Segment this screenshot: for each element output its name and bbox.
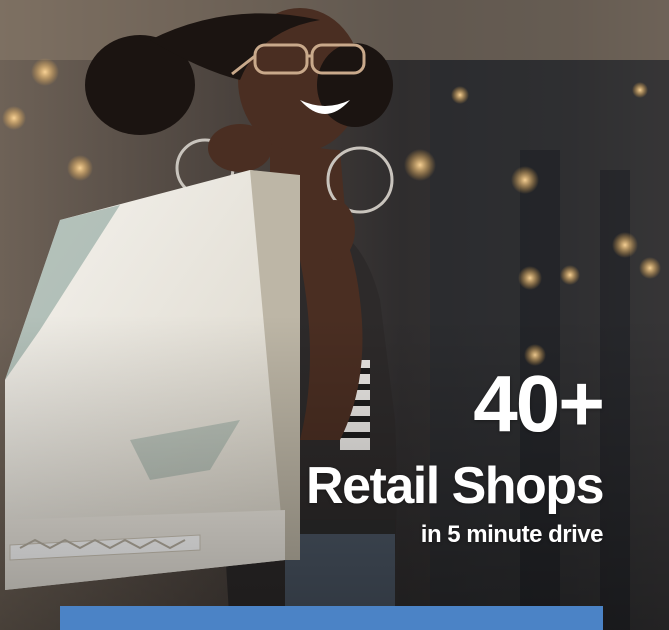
stat-value: 40+ xyxy=(473,359,605,448)
promo-title: Retail Shops xyxy=(306,457,604,515)
promo-headline: 40+ Retail Shops in 5 minute drive xyxy=(306,359,605,550)
promo-card: 40+ Retail Shops in 5 minute drive xyxy=(0,0,669,630)
accent-bar xyxy=(60,606,603,630)
promo-subtitle: in 5 minute drive xyxy=(420,521,604,548)
